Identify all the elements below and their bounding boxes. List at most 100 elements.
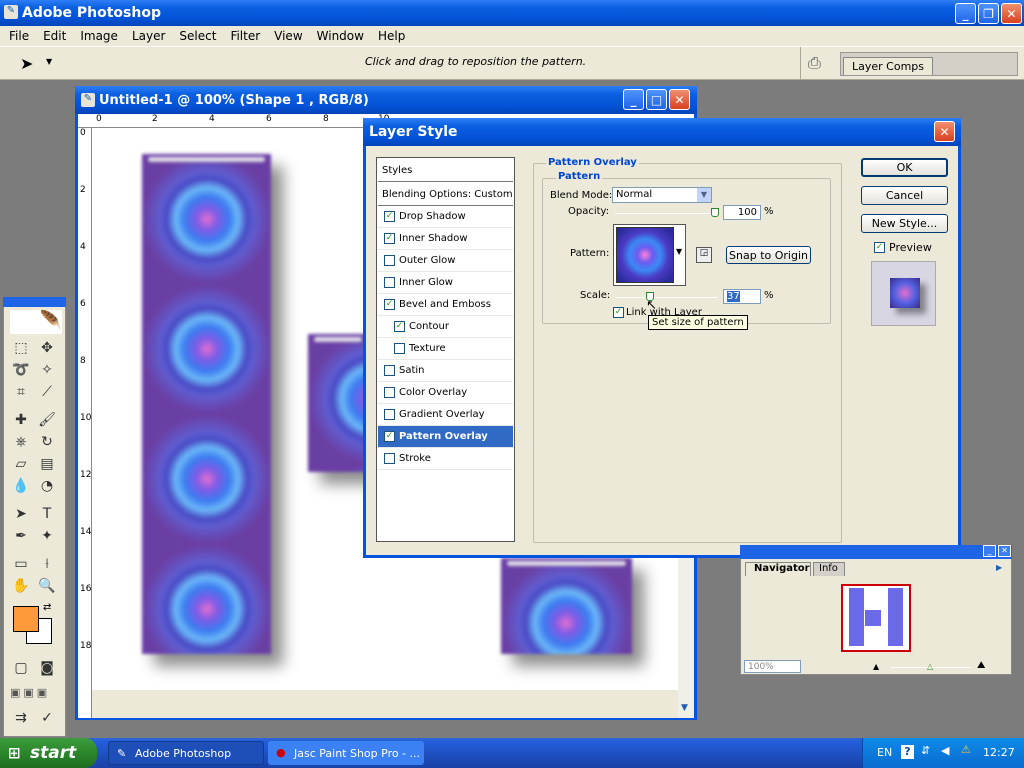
layer-comps-tab[interactable]: Layer Comps xyxy=(843,57,934,75)
link-checkbox-box[interactable]: ✓ xyxy=(613,307,624,318)
shape-h-right-bar[interactable] xyxy=(501,558,632,654)
task-paint-shop-pro[interactable]: ● Jasc Paint Shop Pro - ... xyxy=(268,741,424,765)
standard-mode-icon[interactable]: ▢ xyxy=(10,658,32,678)
style-item-satin[interactable]: Satin xyxy=(378,360,513,382)
magic-wand-tool-icon[interactable]: ✧ xyxy=(36,360,58,380)
jump-to-imageready-icon[interactable]: ⇉ xyxy=(10,708,32,728)
screen-mode-icons[interactable]: ▣▣▣ xyxy=(10,686,62,702)
task-photoshop[interactable]: ✎ Adobe Photoshop xyxy=(108,741,264,765)
style-item-bevel-and-emboss[interactable]: ✓ Bevel and Emboss xyxy=(378,294,513,316)
menu-help[interactable]: Help xyxy=(371,29,412,43)
doc-maximize-button[interactable]: □ xyxy=(646,89,667,110)
scale-field[interactable]: 37 xyxy=(723,289,761,304)
doc-close-button[interactable]: ✕ xyxy=(669,89,690,110)
style-item-contour[interactable]: ✓ Contour xyxy=(378,316,513,338)
zoom-in-icon[interactable]: ⛰ xyxy=(977,660,985,671)
navigator-thumbnail[interactable] xyxy=(841,584,911,652)
eraser-tool-icon[interactable]: ▱ xyxy=(10,454,32,474)
hand-tool-icon[interactable]: ✋ xyxy=(10,576,32,596)
foreground-color-swatch[interactable] xyxy=(13,606,39,632)
opacity-slider-thumb[interactable] xyxy=(711,208,719,217)
style-item-styles[interactable]: Styles xyxy=(378,159,513,182)
style-checkbox[interactable] xyxy=(384,365,395,376)
eyedropper-tool-icon[interactable]: ⟊ xyxy=(36,554,58,574)
style-checkbox[interactable] xyxy=(384,255,395,266)
navigator-zoom-field[interactable]: 100% xyxy=(744,660,801,673)
network-icon[interactable]: ⇵ xyxy=(921,744,930,757)
marquee-tool-icon[interactable]: ⬚ xyxy=(10,338,32,358)
move-tool-icon[interactable]: ✥ xyxy=(36,338,58,358)
new-style-button[interactable]: New Style... xyxy=(861,214,948,233)
menu-layer[interactable]: Layer xyxy=(125,29,172,43)
slice-tool-icon[interactable]: ⟋ xyxy=(36,382,58,402)
style-item-blending-options-custom[interactable]: Blending Options: Custom xyxy=(378,183,513,206)
start-button[interactable]: ⊞ start xyxy=(0,738,97,768)
style-checkbox[interactable] xyxy=(394,343,405,354)
scale-slider[interactable] xyxy=(615,297,717,298)
navigator-minimize-button[interactable]: _ xyxy=(983,545,996,557)
opacity-field[interactable]: 100 xyxy=(723,205,761,220)
minimize-button[interactable]: _ xyxy=(955,3,976,24)
style-checkbox[interactable]: ✓ xyxy=(384,211,395,222)
lasso-tool-icon[interactable]: ➰ xyxy=(10,360,32,380)
quick-mask-mode-icon[interactable]: ◙ xyxy=(36,658,58,678)
style-checkbox[interactable] xyxy=(384,453,395,464)
style-item-gradient-overlay[interactable]: Gradient Overlay xyxy=(378,404,513,426)
swap-colors-icon[interactable]: ⇄ xyxy=(43,602,51,613)
dialog-close-button[interactable]: ✕ xyxy=(934,121,955,142)
path-selection-tool-icon[interactable]: ➤ xyxy=(10,504,32,524)
gradient-tool-icon[interactable]: ▤ xyxy=(36,454,58,474)
help-icon[interactable]: ? xyxy=(901,745,914,759)
path-select-tool-icon[interactable]: ➤ xyxy=(20,54,33,73)
snap-to-origin-button[interactable]: Snap to Origin xyxy=(726,246,811,264)
blur-tool-icon[interactable]: 💧 xyxy=(10,476,32,496)
menu-image[interactable]: Image xyxy=(73,29,125,43)
style-item-outer-glow[interactable]: Outer Glow xyxy=(378,250,513,272)
zoom-out-icon[interactable]: ▲ xyxy=(873,662,879,671)
style-item-stroke[interactable]: Stroke xyxy=(378,448,513,470)
style-item-inner-glow[interactable]: Inner Glow xyxy=(378,272,513,294)
notes-tool-icon[interactable]: ▭ xyxy=(10,554,32,574)
style-item-pattern-overlay[interactable]: ✓ Pattern Overlay xyxy=(378,426,513,448)
opacity-slider[interactable] xyxy=(615,213,717,214)
style-item-texture[interactable]: Texture xyxy=(378,338,513,360)
custom-shape-tool-icon[interactable]: ✦ xyxy=(36,526,58,546)
style-checkbox[interactable] xyxy=(384,277,395,288)
chevron-down-icon[interactable]: ▼ xyxy=(697,188,711,202)
clone-stamp-tool-icon[interactable]: ⎈ xyxy=(10,432,32,452)
brush-tool-icon[interactable]: 🖌 xyxy=(36,410,58,430)
style-item-color-overlay[interactable]: Color Overlay xyxy=(378,382,513,404)
shape-h-left-bar[interactable] xyxy=(142,154,271,654)
blend-mode-select[interactable]: Normal ▼ xyxy=(612,187,712,203)
style-checkbox[interactable]: ✓ xyxy=(394,321,405,332)
new-preset-icon[interactable]: ◲ xyxy=(696,247,712,263)
shape-h-crossbar[interactable] xyxy=(308,334,368,472)
style-checkbox[interactable]: ✓ xyxy=(384,299,395,310)
menu-view[interactable]: View xyxy=(267,29,309,43)
close-button[interactable]: ✕ xyxy=(1001,3,1022,24)
healing-brush-tool-icon[interactable]: ✚ xyxy=(10,410,32,430)
crop-tool-icon[interactable]: ⌗ xyxy=(10,382,32,402)
security-icon[interactable]: ⚠ xyxy=(961,743,971,756)
palette-well-icon[interactable]: ⎙ xyxy=(808,53,821,73)
menu-select[interactable]: Select xyxy=(172,29,223,43)
preview-checkbox[interactable]: ✓ Preview xyxy=(874,241,932,254)
imageready-icon[interactable]: ✓ xyxy=(36,708,58,728)
pen-tool-icon[interactable]: ✒ xyxy=(10,526,32,546)
menu-filter[interactable]: Filter xyxy=(223,29,267,43)
pattern-picker[interactable]: ▼ xyxy=(613,224,686,286)
dodge-tool-icon[interactable]: ◔ xyxy=(36,476,58,496)
style-checkbox[interactable]: ✓ xyxy=(384,233,395,244)
type-tool-icon[interactable]: T xyxy=(36,504,58,524)
tool-preset-dropdown-icon[interactable]: ▼ xyxy=(46,57,52,66)
menu-edit[interactable]: Edit xyxy=(36,29,73,43)
back-arrow-icon[interactable]: ◀ xyxy=(941,744,949,757)
navigator-zoom-thumb[interactable]: △ xyxy=(927,662,933,671)
pattern-dropdown-icon[interactable]: ▼ xyxy=(676,247,682,256)
style-item-drop-shadow[interactable]: ✓ Drop Shadow xyxy=(378,206,513,228)
style-checkbox[interactable] xyxy=(384,409,395,420)
ok-button[interactable]: OK xyxy=(861,158,948,177)
zoom-tool-icon[interactable]: 🔍 xyxy=(36,576,58,596)
restore-button[interactable]: ❐ xyxy=(978,3,999,24)
menu-file[interactable]: File xyxy=(2,29,36,43)
